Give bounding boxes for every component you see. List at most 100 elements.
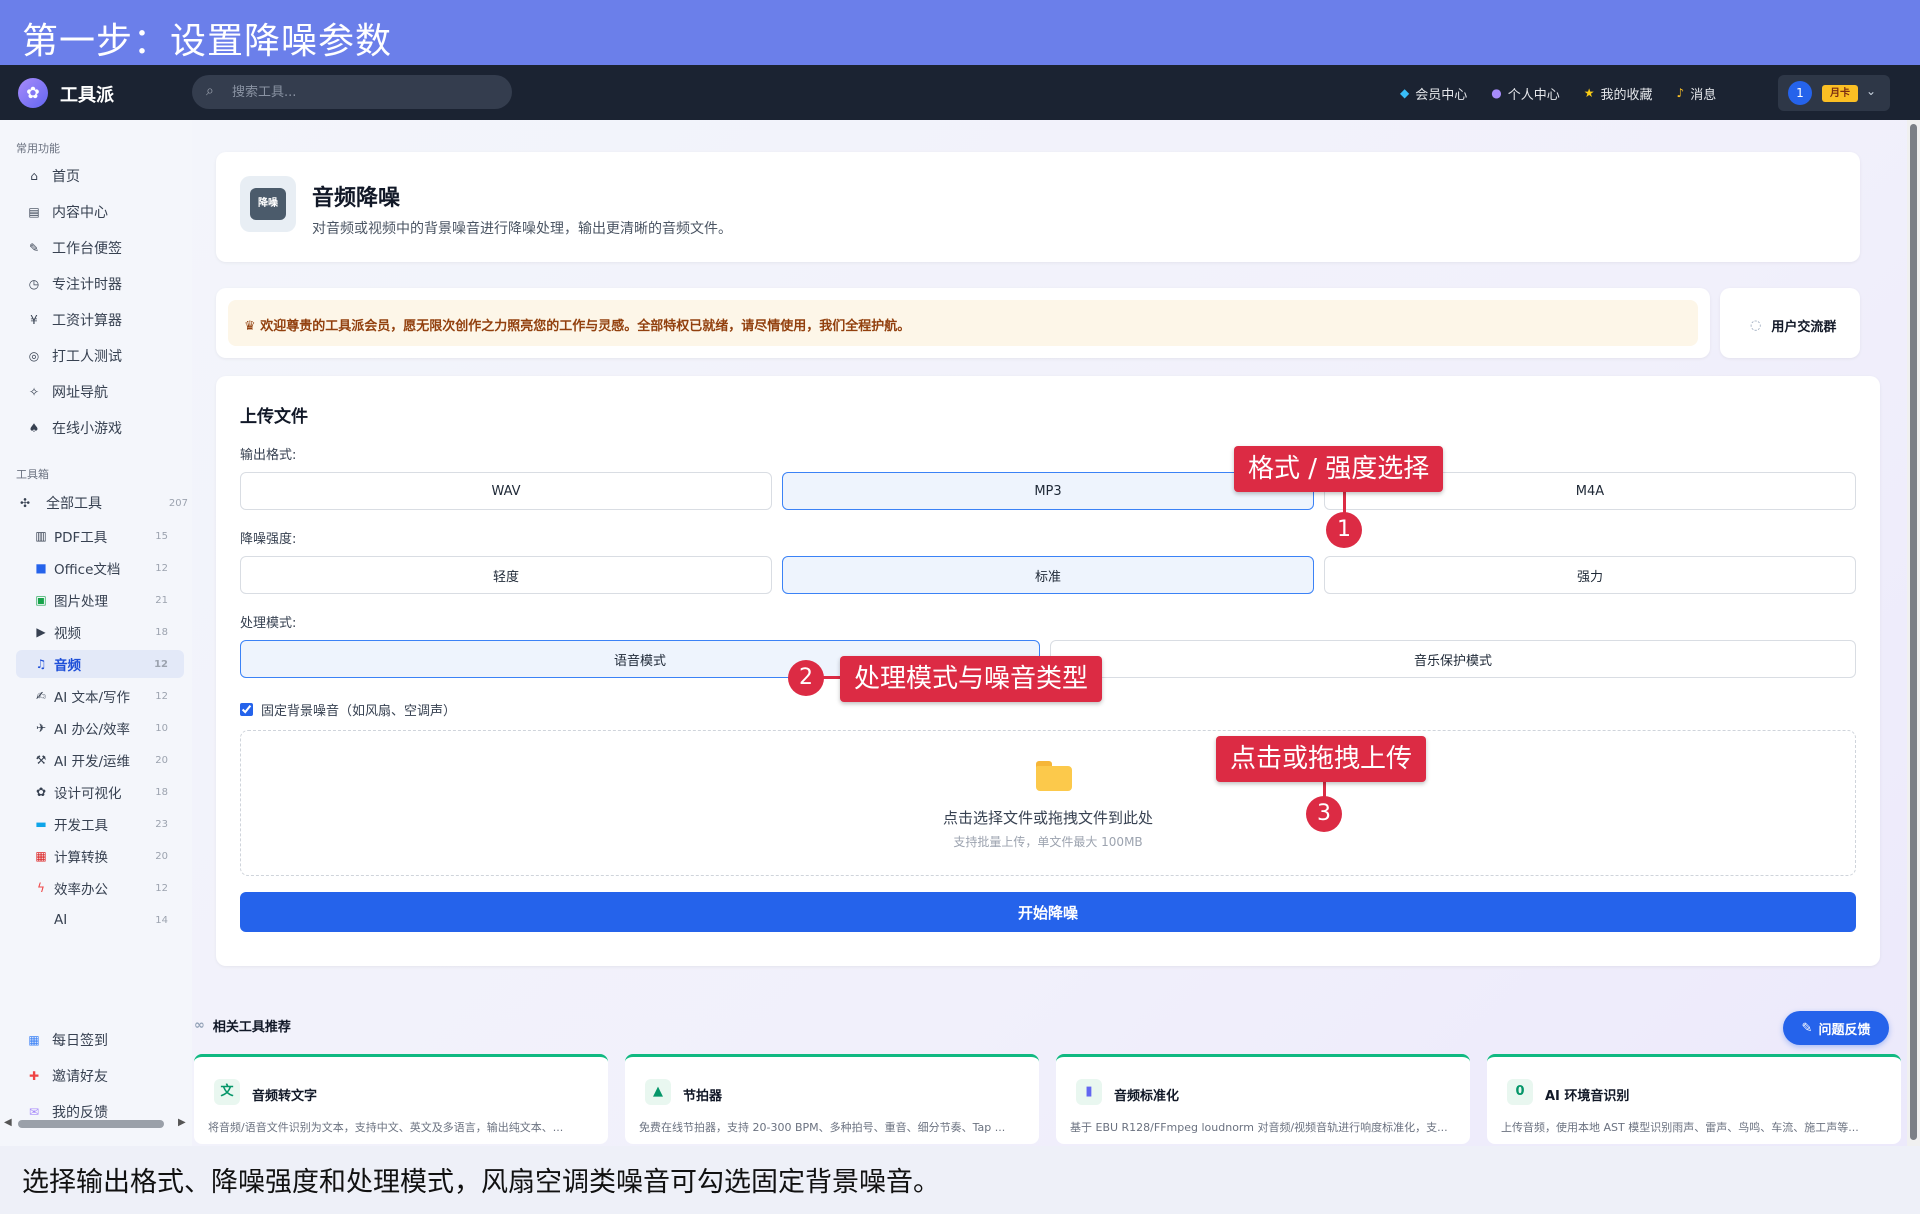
file-dropzone[interactable]: 点击选择文件或拖拽文件到此处 支持批量上传，单文件最大 100MB [240,730,1856,876]
sidebar-cat-ai-dev[interactable]: ⚒ AI 开发/运维 20 [16,746,184,774]
sidebar-cat-audio[interactable]: ♫ 音频 12 [16,650,184,678]
sidebar-item-timer[interactable]: ◷ 专注计时器 [24,270,184,298]
user-group-card[interactable]: ◌ 用户交流群 [1720,288,1860,358]
sidebar-cat-ai-writing[interactable]: ✍ AI 文本/写作 12 [16,682,184,710]
tools-icon: ✣ [20,496,31,510]
sidebar-item-checkin[interactable]: ▦ 每日签到 [24,1026,184,1054]
folder-icon [1036,761,1072,791]
fixed-noise-checkbox-row[interactable]: 固定背景噪音（如风扇、空调声） [240,700,456,719]
nav-favorites[interactable]: ★ 我的收藏 [1584,83,1653,103]
sidebar-item-label: 音频 [54,658,81,674]
nav-links: ◆ 会员中心 ● 个人中心 ★ 我的收藏 ♪ 消息 [1400,83,1716,103]
user-group-link[interactable]: ◌ 用户交流群 [1750,316,1836,335]
sidebar-item-label: 图片处理 [54,594,108,610]
diamond-icon: ◆ [1400,86,1410,100]
related-card-normalize[interactable]: ▮ 音频标准化 基于 EBU R128/FFmpeg loudnorm 对音频/… [1056,1054,1470,1144]
search-box[interactable]: ⌕ [192,75,512,109]
sidebar-item-notes[interactable]: ✎ 工作台便签 [24,234,184,262]
gamepad-icon: ♠ [28,421,40,435]
caption-text: 选择输出格式、降噪强度和处理模式，风扇空调类噪音可勾选固定背景噪音。 [22,1167,940,1198]
sidebar-item-home[interactable]: ⌂ 首页 [24,162,184,190]
sidebar-item-count: 20 [155,850,168,862]
sidebar-cat-dev[interactable]: ▬ 开发工具 23 [16,810,184,838]
related-desc: 上传音频，使用本地 AST 模型识别雨声、雷声、鸟鸣、车流、施工声等... [1501,1121,1859,1134]
page-title: 音频降噪 [312,186,401,211]
crown-icon: ♛ [244,319,261,334]
salary-icon: ¥ [30,313,38,327]
related-desc: 免费在线节拍器，支持 20-300 BPM、多种拍号、重音、细分节奏、Tap .… [639,1121,1006,1134]
format-option-wav[interactable]: WAV [240,472,772,510]
sidebar-cat-efficiency[interactable]: ϟ 效率办公 12 [16,874,184,902]
mode-label: 处理模式: [240,616,297,631]
related-desc: 将音频/语音文件识别为文本，支持中文、英文及多语言，输出纯文本、... [208,1121,564,1134]
sidebar-cat-calc[interactable]: ▦ 计算转换 20 [16,842,184,870]
sidebar-cat-video[interactable]: ▶ 视频 18 [16,618,184,646]
user-icon: ● [1491,86,1502,100]
feedback-icon: ✎ [1801,1020,1813,1036]
mode-option-music[interactable]: 音乐保护模式 [1050,640,1856,678]
related-card-transcribe[interactable]: 文 音频转文字 将音频/语音文件识别为文本，支持中文、英文及多语言，输出纯文本、… [194,1054,608,1144]
sidebar-item-invite[interactable]: ✚ 邀请好友 [24,1062,184,1090]
sidebar-section-common: 常用功能 [16,142,60,155]
sidebar-item-label: 我的反馈 [52,1105,108,1121]
start-denoise-button[interactable]: 开始降噪 [240,892,1856,932]
annotation-3-label: 点击或拖拽上传 [1216,736,1427,782]
sidebar-item-count: 12 [154,658,168,670]
scroll-left-icon[interactable]: ◀ [4,1117,12,1128]
user-menu[interactable]: 1 月卡 ⌄ [1778,75,1890,111]
sidebar-cat-ai[interactable]: AI 14 [16,906,184,934]
nav-messages[interactable]: ♪ 消息 [1677,83,1717,103]
nav-personal-center[interactable]: ● 个人中心 [1491,83,1560,103]
timer-icon: ◷ [28,277,40,291]
feedback-button[interactable]: ✎ 问题反馈 [1783,1011,1889,1045]
strength-option-strong[interactable]: 强力 [1324,556,1856,594]
sidebar-item-feedback[interactable]: ✉ 我的反馈 [24,1098,184,1126]
annotation-2-label: 处理模式与噪音类型 [840,656,1103,702]
equalizer-icon: ▮ [1076,1079,1102,1105]
related-card-metronome[interactable]: ▲ 节拍器 免费在线节拍器，支持 20-300 BPM、多种拍号、重音、细分节奏… [625,1054,1039,1144]
sidebar-item-worker-test[interactable]: ◎ 打工人测试 [24,342,184,370]
related-name: 节拍器 [683,1089,723,1104]
dropzone-main-text: 点击选择文件或拖拽文件到此处 [942,809,1153,827]
strength-option-light[interactable]: 轻度 [240,556,772,594]
page-vertical-scrollbar[interactable] [1907,120,1920,1146]
search-input[interactable] [232,83,492,101]
nav-member-center[interactable]: ◆ 会员中心 [1400,83,1467,103]
sidebar-item-label: 专注计时器 [52,277,122,293]
sidebar: 常用功能 ⌂ 首页 ▤ 内容中心 ✎ 工作台便签 ◷ 专注计时器 ¥ 工资计算器 ◎ 打工人… [0,120,192,1146]
logo-icon[interactable]: ✿ [18,78,48,108]
related-name: 音频转文字 [252,1089,318,1104]
sidebar-cat-pdf[interactable]: ▥ PDF工具 15 [16,522,184,550]
related-name: 音频标准化 [1114,1089,1180,1104]
sidebar-item-salary[interactable]: ¥ 工资计算器 [24,306,184,334]
related-card-ambient[interactable]: 0 AI 环境音识别 上传音频，使用本地 AST 模型识别雨声、雷声、鸟鸣、车流… [1487,1054,1901,1144]
sidebar-cat-ai-office[interactable]: ✈ AI 办公/效率 10 [16,714,184,742]
sidebar-cat-office[interactable]: ■ Office文档 12 [16,554,184,582]
avatar[interactable]: 1 [1788,81,1812,105]
sidebar-item-content[interactable]: ▤ 内容中心 [24,198,184,226]
sidebar-cat-image[interactable]: ▣ 图片处理 21 [16,586,184,614]
noise-reduction-icon: 降噪 [250,188,286,220]
sidebar-item-label: Office文档 [54,562,121,578]
sidebar-item-label: 工资计算器 [52,313,122,329]
chevron-down-icon[interactable]: ⌄ [1866,84,1876,98]
tool-icon-wrap: 降噪 [240,176,296,232]
sidebar-item-label: 打工人测试 [52,349,122,365]
sidebar-item-all-tools[interactable]: ✣ 全部工具 207 [16,489,188,517]
sidebar-item-nav[interactable]: ✧ 网址导航 [24,378,184,406]
strength-option-standard[interactable]: 标准 [782,556,1314,594]
sidebar-item-label: 邀请好友 [52,1069,108,1085]
nav-link-label: 我的收藏 [1600,87,1653,103]
image-icon: ▣ [35,593,47,607]
sidebar-item-label: 首页 [52,169,80,185]
sidebar-cat-design[interactable]: ✿ 设计可视化 18 [16,778,184,806]
brand-name[interactable]: 工具派 [60,81,114,107]
annotation-3-number: 3 [1306,796,1342,832]
calc-icon: ▦ [35,849,47,863]
sidebar-item-games[interactable]: ♠ 在线小游戏 [24,414,184,442]
sidebar-item-label: 每日签到 [52,1033,108,1049]
fixed-noise-checkbox[interactable] [240,703,253,716]
top-navbar: ✿ 工具派 ⌕ ◆ 会员中心 ● 个人中心 ★ 我的收藏 ♪ 消息 1 月卡 ⌄ [0,65,1920,120]
notice-message: 欢迎尊贵的工具派会员，愿无限次创作之力照亮您的工作与灵感。全部特权已就绪，请尽情… [260,319,911,334]
scrollbar-thumb[interactable] [1910,124,1917,1140]
